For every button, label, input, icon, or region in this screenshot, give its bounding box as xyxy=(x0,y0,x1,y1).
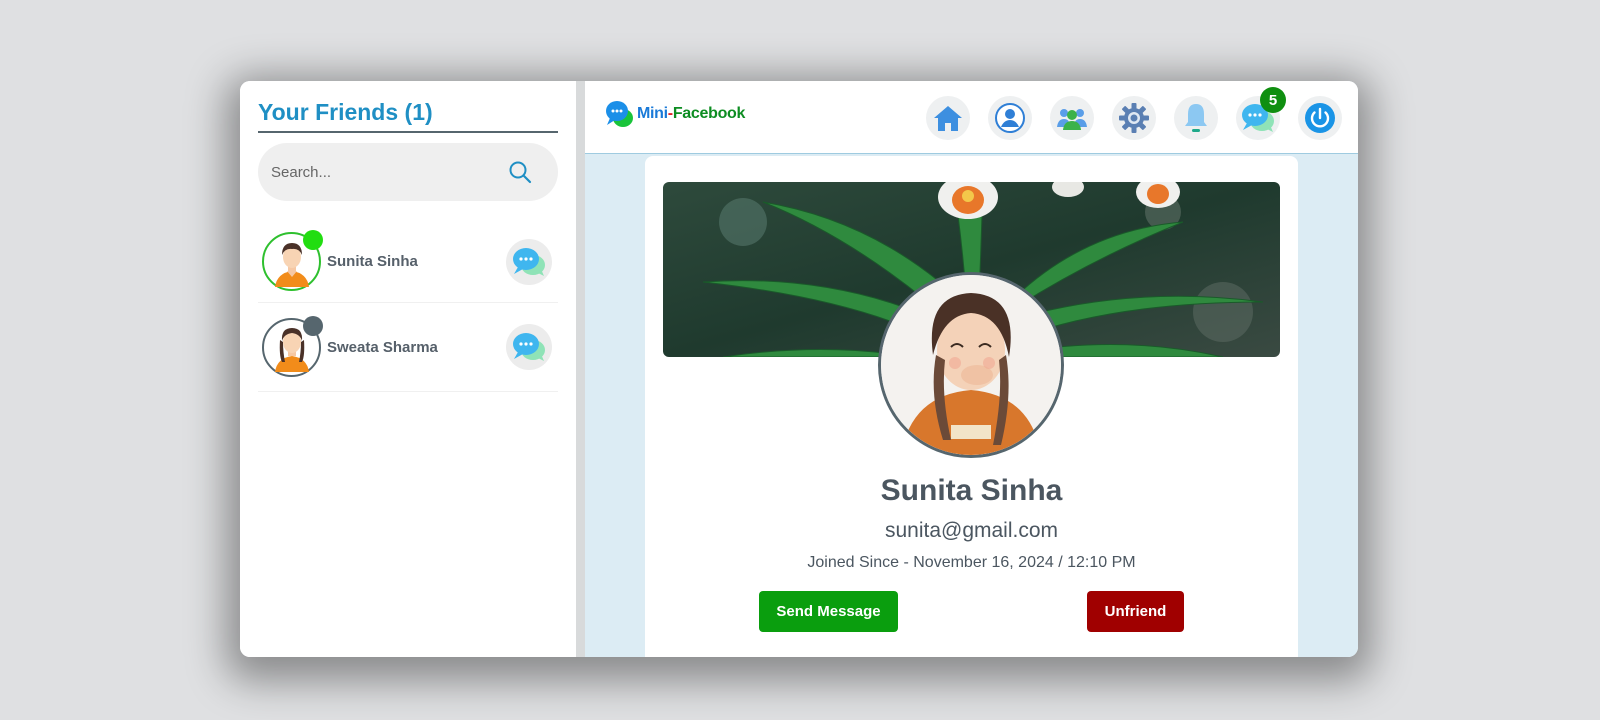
online-status-dot xyxy=(303,230,323,250)
friend-item[interactable]: Sweata Sharma xyxy=(258,303,558,392)
chat-bubble-icon xyxy=(513,333,545,361)
logo-chat-icon xyxy=(606,101,633,127)
friend-list: Sunita Sinha Sweata Sharma xyxy=(258,221,558,392)
profile-name: Sunita Sinha xyxy=(880,474,1063,507)
search-input[interactable] xyxy=(271,163,491,181)
friend-name[interactable]: Sweata Sharma xyxy=(327,339,506,356)
friends-title: Your Friends (1) xyxy=(258,99,558,133)
home-button[interactable] xyxy=(926,96,970,140)
send-message-button[interactable]: Send Message xyxy=(759,591,898,632)
profile-button[interactable] xyxy=(988,96,1032,140)
joined-date: Joined Since - November 16, 2024 / 12:10… xyxy=(807,554,1136,571)
logo-text: Mini-Facebook xyxy=(637,105,746,122)
home-icon xyxy=(934,106,962,131)
search-box[interactable] xyxy=(258,143,558,201)
child-portrait-image xyxy=(881,275,1061,455)
friends-button[interactable] xyxy=(1050,96,1094,140)
logout-button[interactable] xyxy=(1298,96,1342,140)
notifications-icon xyxy=(1185,104,1207,132)
profile-email: sunita@gmail.com xyxy=(884,519,1059,542)
offline-status-dot xyxy=(303,315,323,336)
messages-button[interactable]: 5 xyxy=(1236,87,1286,140)
app-logo[interactable]: Mini-Facebook xyxy=(605,99,745,129)
profile-icon xyxy=(995,103,1025,133)
friend-name[interactable]: Sunita Sinha xyxy=(327,253,506,270)
friend-item[interactable]: Sunita Sinha xyxy=(258,221,558,303)
settings-button[interactable] xyxy=(1112,96,1156,140)
avatar[interactable] xyxy=(262,230,323,291)
power-icon xyxy=(1305,103,1335,133)
sidebar-divider xyxy=(576,81,585,657)
friends-sidebar: Your Friends (1) Search... Sunita Sinha … xyxy=(240,81,576,657)
chat-button[interactable] xyxy=(506,324,552,370)
chat-button[interactable] xyxy=(506,238,552,285)
chat-bubble-icon xyxy=(513,247,545,276)
settings-icon xyxy=(1119,103,1149,133)
search-icon[interactable] xyxy=(508,160,532,184)
messages-count-badge: 5 xyxy=(1260,87,1286,113)
profile-picture[interactable] xyxy=(878,272,1064,458)
avatar[interactable] xyxy=(262,315,323,377)
notifications-button[interactable] xyxy=(1174,96,1218,140)
friends-icon xyxy=(1057,109,1087,130)
nav-icons: 5 xyxy=(908,87,1342,140)
app-window: Your Friends (1) Search... Sunita Sinha … xyxy=(240,81,1358,657)
profile-card: Sunita Sinha sunita@gmail.com Joined Sin… xyxy=(645,156,1298,657)
unfriend-button[interactable]: Unfriend xyxy=(1087,591,1184,632)
top-navbar: Mini-Facebook 5 xyxy=(585,81,1358,154)
main-content: Mini-Facebook 5 Sunita Sinha sunita@gmai… xyxy=(585,81,1358,657)
